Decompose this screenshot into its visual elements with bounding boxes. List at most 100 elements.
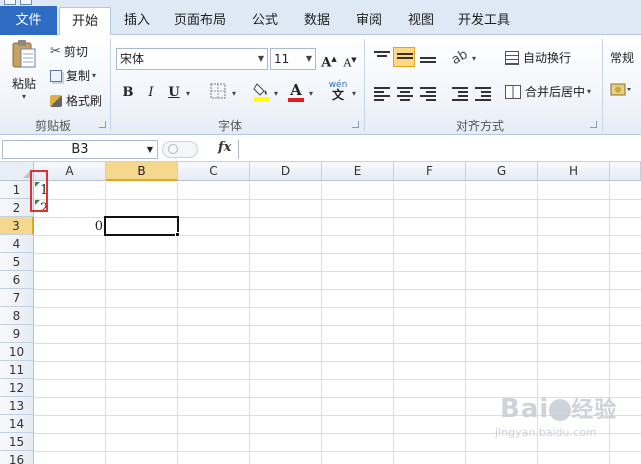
alignment-launcher-icon[interactable]: [590, 121, 597, 128]
italic-button[interactable]: I: [141, 83, 161, 103]
insert-function-button[interactable]: fx: [218, 140, 231, 155]
font-color-icon[interactable]: A: [286, 80, 306, 102]
select-all-corner[interactable]: [0, 162, 34, 181]
tab-file[interactable]: 文件: [0, 6, 57, 35]
formula-input[interactable]: [238, 140, 641, 159]
selected-cell-b3[interactable]: [104, 216, 179, 236]
fill-handle[interactable]: [175, 232, 180, 237]
ribbon-tab-bar: 文件 开始 插入 页面布局 公式 数据 审阅 视图 开发工具: [0, 6, 641, 36]
font-launcher-icon[interactable]: [352, 121, 359, 128]
accounting-format-icon[interactable]: [610, 81, 632, 101]
copy-dropdown-icon[interactable]: ▾: [92, 71, 96, 80]
clipboard-launcher-icon[interactable]: [99, 121, 106, 128]
formula-bar-grip[interactable]: [162, 141, 198, 158]
font-size-select[interactable]: 11 ▼: [270, 48, 316, 70]
copy-button[interactable]: 复制 ▾: [50, 67, 96, 84]
cut-button[interactable]: ✂ 剪切: [50, 43, 88, 60]
tab-view[interactable]: 视图: [398, 7, 444, 34]
fill-color-dropdown-icon[interactable]: ▾: [274, 89, 278, 98]
borders-icon[interactable]: [208, 83, 228, 103]
gridline: [34, 325, 641, 326]
font-name-dropdown-icon: ▼: [257, 54, 264, 63]
fill-color-icon[interactable]: [252, 81, 272, 101]
name-box-dropdown-icon[interactable]: ▼: [147, 141, 153, 158]
row-header-16[interactable]: 16: [0, 451, 34, 464]
align-top-icon[interactable]: [374, 51, 390, 65]
cell-a3[interactable]: 0: [34, 218, 103, 236]
formula-bar: B3 ▼ fx: [0, 137, 641, 162]
tab-developer[interactable]: 开发工具: [450, 7, 518, 34]
align-bottom-icon[interactable]: [420, 57, 436, 71]
merge-dropdown-icon[interactable]: ▾: [587, 87, 591, 96]
row-header-9[interactable]: 9: [0, 325, 34, 343]
tab-page-layout[interactable]: 页面布局: [165, 7, 235, 34]
underline-button[interactable]: U: [164, 83, 184, 103]
phonetic-guide-icon[interactable]: wén 文: [328, 80, 348, 101]
tab-review[interactable]: 审阅: [346, 7, 392, 34]
row-header-5[interactable]: 5: [0, 253, 34, 271]
row-header-6[interactable]: 6: [0, 271, 34, 289]
align-center-icon[interactable]: [397, 87, 413, 101]
save-icon[interactable]: [4, 0, 16, 5]
grow-font-icon[interactable]: A▲: [319, 49, 339, 70]
column-header-f[interactable]: F: [394, 162, 466, 181]
row-header-10[interactable]: 10: [0, 343, 34, 361]
paste-dropdown-icon[interactable]: ▾: [22, 92, 26, 101]
scissors-icon: ✂: [50, 44, 61, 59]
align-left-icon[interactable]: [374, 87, 390, 101]
format-painter-label: 格式刷: [66, 94, 103, 108]
row-header-12[interactable]: 12: [0, 379, 34, 397]
align-right-icon[interactable]: [420, 87, 436, 101]
column-header-b[interactable]: B: [106, 162, 178, 181]
row-header-15[interactable]: 15: [0, 433, 34, 451]
merge-center-button[interactable]: 合并后居中 ▾: [505, 83, 591, 100]
row-header-11[interactable]: 11: [0, 361, 34, 379]
align-middle-button[interactable]: [393, 47, 415, 67]
row-header-4[interactable]: 4: [0, 235, 34, 253]
row-header-8[interactable]: 8: [0, 307, 34, 325]
increase-indent-icon[interactable]: [475, 87, 491, 101]
column-header-g[interactable]: G: [466, 162, 538, 181]
gridline: [34, 361, 641, 362]
copy-icon: [50, 69, 62, 82]
wrap-text-label: 自动换行: [523, 51, 572, 65]
paste-button[interactable]: 粘贴 ▾: [6, 39, 42, 101]
column-header-e[interactable]: E: [322, 162, 394, 181]
gridline: [321, 181, 322, 464]
font-color-dropdown-icon[interactable]: ▾: [309, 89, 313, 98]
column-header-c[interactable]: C: [178, 162, 250, 181]
orientation-icon[interactable]: ab: [446, 44, 473, 71]
cut-label: 剪切: [63, 45, 88, 59]
row-header-2[interactable]: 2: [0, 199, 34, 217]
undo-icon[interactable]: [20, 0, 32, 5]
gridline: [34, 253, 641, 254]
number-format-select[interactable]: 常规: [610, 49, 634, 66]
row-header-13[interactable]: 13: [0, 397, 34, 415]
column-header-d[interactable]: D: [250, 162, 322, 181]
wrap-text-button[interactable]: 自动换行: [505, 49, 571, 66]
format-painter-button[interactable]: 格式刷: [50, 92, 102, 109]
bold-button[interactable]: B: [118, 83, 138, 103]
phonetic-dropdown-icon[interactable]: ▾: [352, 89, 356, 98]
column-header-overflow[interactable]: [610, 162, 641, 181]
tab-data[interactable]: 数据: [294, 7, 340, 34]
tab-formulas[interactable]: 公式: [242, 7, 288, 34]
gridline: [34, 271, 641, 272]
gridline: [465, 181, 466, 464]
tab-home[interactable]: 开始: [59, 7, 111, 36]
gridline: [34, 199, 641, 200]
name-box[interactable]: B3 ▼: [2, 140, 158, 159]
alignment-group-label: 对齐方式: [455, 119, 504, 133]
column-header-h[interactable]: H: [538, 162, 610, 181]
borders-dropdown-icon[interactable]: ▾: [232, 89, 236, 98]
row-header-14[interactable]: 14: [0, 415, 34, 433]
row-header-1[interactable]: 1: [0, 181, 34, 199]
decrease-indent-icon[interactable]: [452, 87, 468, 101]
font-name-select[interactable]: 宋体 ▼: [116, 48, 268, 70]
tab-insert[interactable]: 插入: [113, 7, 161, 34]
shrink-font-icon[interactable]: A▼: [340, 50, 360, 70]
row-header-3[interactable]: 3: [0, 217, 34, 235]
orientation-dropdown-icon[interactable]: ▾: [472, 54, 476, 63]
row-header-7[interactable]: 7: [0, 289, 34, 307]
underline-dropdown-icon[interactable]: ▾: [186, 89, 190, 98]
